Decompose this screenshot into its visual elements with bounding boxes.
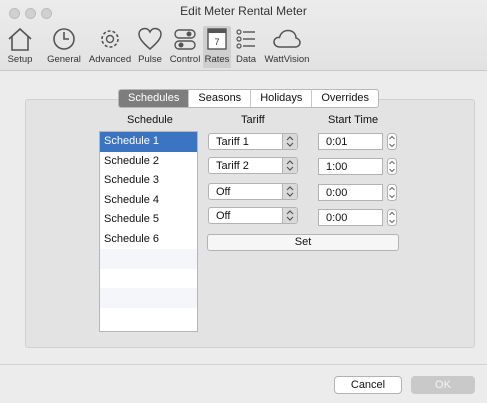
toolbar-general[interactable]: General — [43, 26, 85, 68]
tab-seasons[interactable]: Seasons — [189, 90, 252, 107]
list-item[interactable]: Schedule 5 — [100, 210, 197, 230]
empty-row — [100, 308, 197, 328]
list-icon — [236, 29, 255, 49]
time-stepper[interactable] — [387, 133, 397, 150]
clock-icon — [53, 28, 75, 50]
set-button[interactable]: Set — [207, 234, 399, 251]
edit-meter-window: Edit Meter Rental Meter Setup General Ad… — [0, 0, 487, 403]
tariff-popup[interactable]: Tariff 1 — [208, 133, 298, 150]
toggle-icon — [174, 29, 196, 50]
heart-icon — [138, 27, 162, 50]
titlebar: Edit Meter Rental Meter Setup General Ad… — [0, 0, 487, 71]
tariff-popup[interactable]: Tariff 2 — [208, 157, 298, 174]
window-title: Edit Meter Rental Meter — [180, 4, 307, 18]
tariff-popup[interactable]: Off — [208, 183, 298, 200]
stepper-icon — [387, 133, 397, 150]
tariff-popup[interactable]: Off — [208, 207, 298, 224]
start-time-field[interactable]: 0:01 — [318, 133, 383, 150]
time-stepper[interactable] — [387, 158, 397, 175]
stepper-icon — [387, 209, 397, 226]
gear-icon — [101, 30, 119, 48]
ok-button[interactable]: OK — [411, 376, 475, 394]
stepper-icon — [387, 184, 397, 201]
popup-arrows-icon — [282, 184, 297, 199]
popup-arrows-icon — [282, 208, 297, 223]
empty-row — [100, 269, 197, 289]
tab-overrides[interactable]: Overrides — [312, 90, 378, 107]
toolbar-data[interactable]: Data — [233, 26, 259, 68]
list-item[interactable]: Schedule 1 — [100, 132, 197, 152]
tab-bar: Schedules Seasons Holidays Overrides — [118, 89, 380, 108]
calendar-badge: 7 — [214, 37, 219, 47]
start-time-column-header: Start Time — [328, 114, 379, 126]
toolbar-setup[interactable]: Setup — [2, 26, 38, 68]
tab-schedules[interactable]: Schedules — [119, 90, 190, 107]
house-icon — [8, 27, 32, 51]
schedule-column-header: Schedule — [127, 114, 173, 126]
list-item[interactable]: Schedule 3 — [100, 171, 197, 191]
toolbar-control[interactable]: Control — [167, 26, 203, 68]
toolbar-wattvision[interactable]: WattVision — [262, 26, 312, 68]
time-stepper[interactable] — [387, 184, 397, 201]
cancel-button[interactable]: Cancel — [334, 376, 402, 394]
schedule-list: Schedule 1 Schedule 2 Schedule 3 Schedul… — [99, 131, 198, 332]
footer-divider — [0, 364, 487, 365]
calendar-icon: 7 — [207, 28, 227, 50]
start-time-field[interactable]: 1:00 — [318, 158, 383, 175]
tariff-column-header: Tariff — [241, 114, 265, 126]
empty-row — [100, 288, 197, 308]
list-item[interactable]: Schedule 2 — [100, 152, 197, 172]
toolbar-pulse[interactable]: Pulse — [134, 26, 166, 68]
toolbar-advanced[interactable]: Advanced — [86, 26, 134, 68]
empty-row — [100, 249, 197, 269]
list-item[interactable]: Schedule 6 — [100, 230, 197, 250]
stepper-icon — [387, 158, 397, 175]
toolbar-rates[interactable]: 7 Rates — [203, 26, 231, 68]
popup-arrows-icon — [282, 134, 297, 149]
start-time-field[interactable]: 0:00 — [318, 209, 383, 226]
popup-arrows-icon — [282, 158, 297, 173]
cloud-icon — [273, 29, 301, 48]
time-stepper[interactable] — [387, 209, 397, 226]
tab-holidays[interactable]: Holidays — [251, 90, 313, 107]
list-item[interactable]: Schedule 4 — [100, 191, 197, 211]
start-time-field[interactable]: 0:00 — [318, 184, 383, 201]
